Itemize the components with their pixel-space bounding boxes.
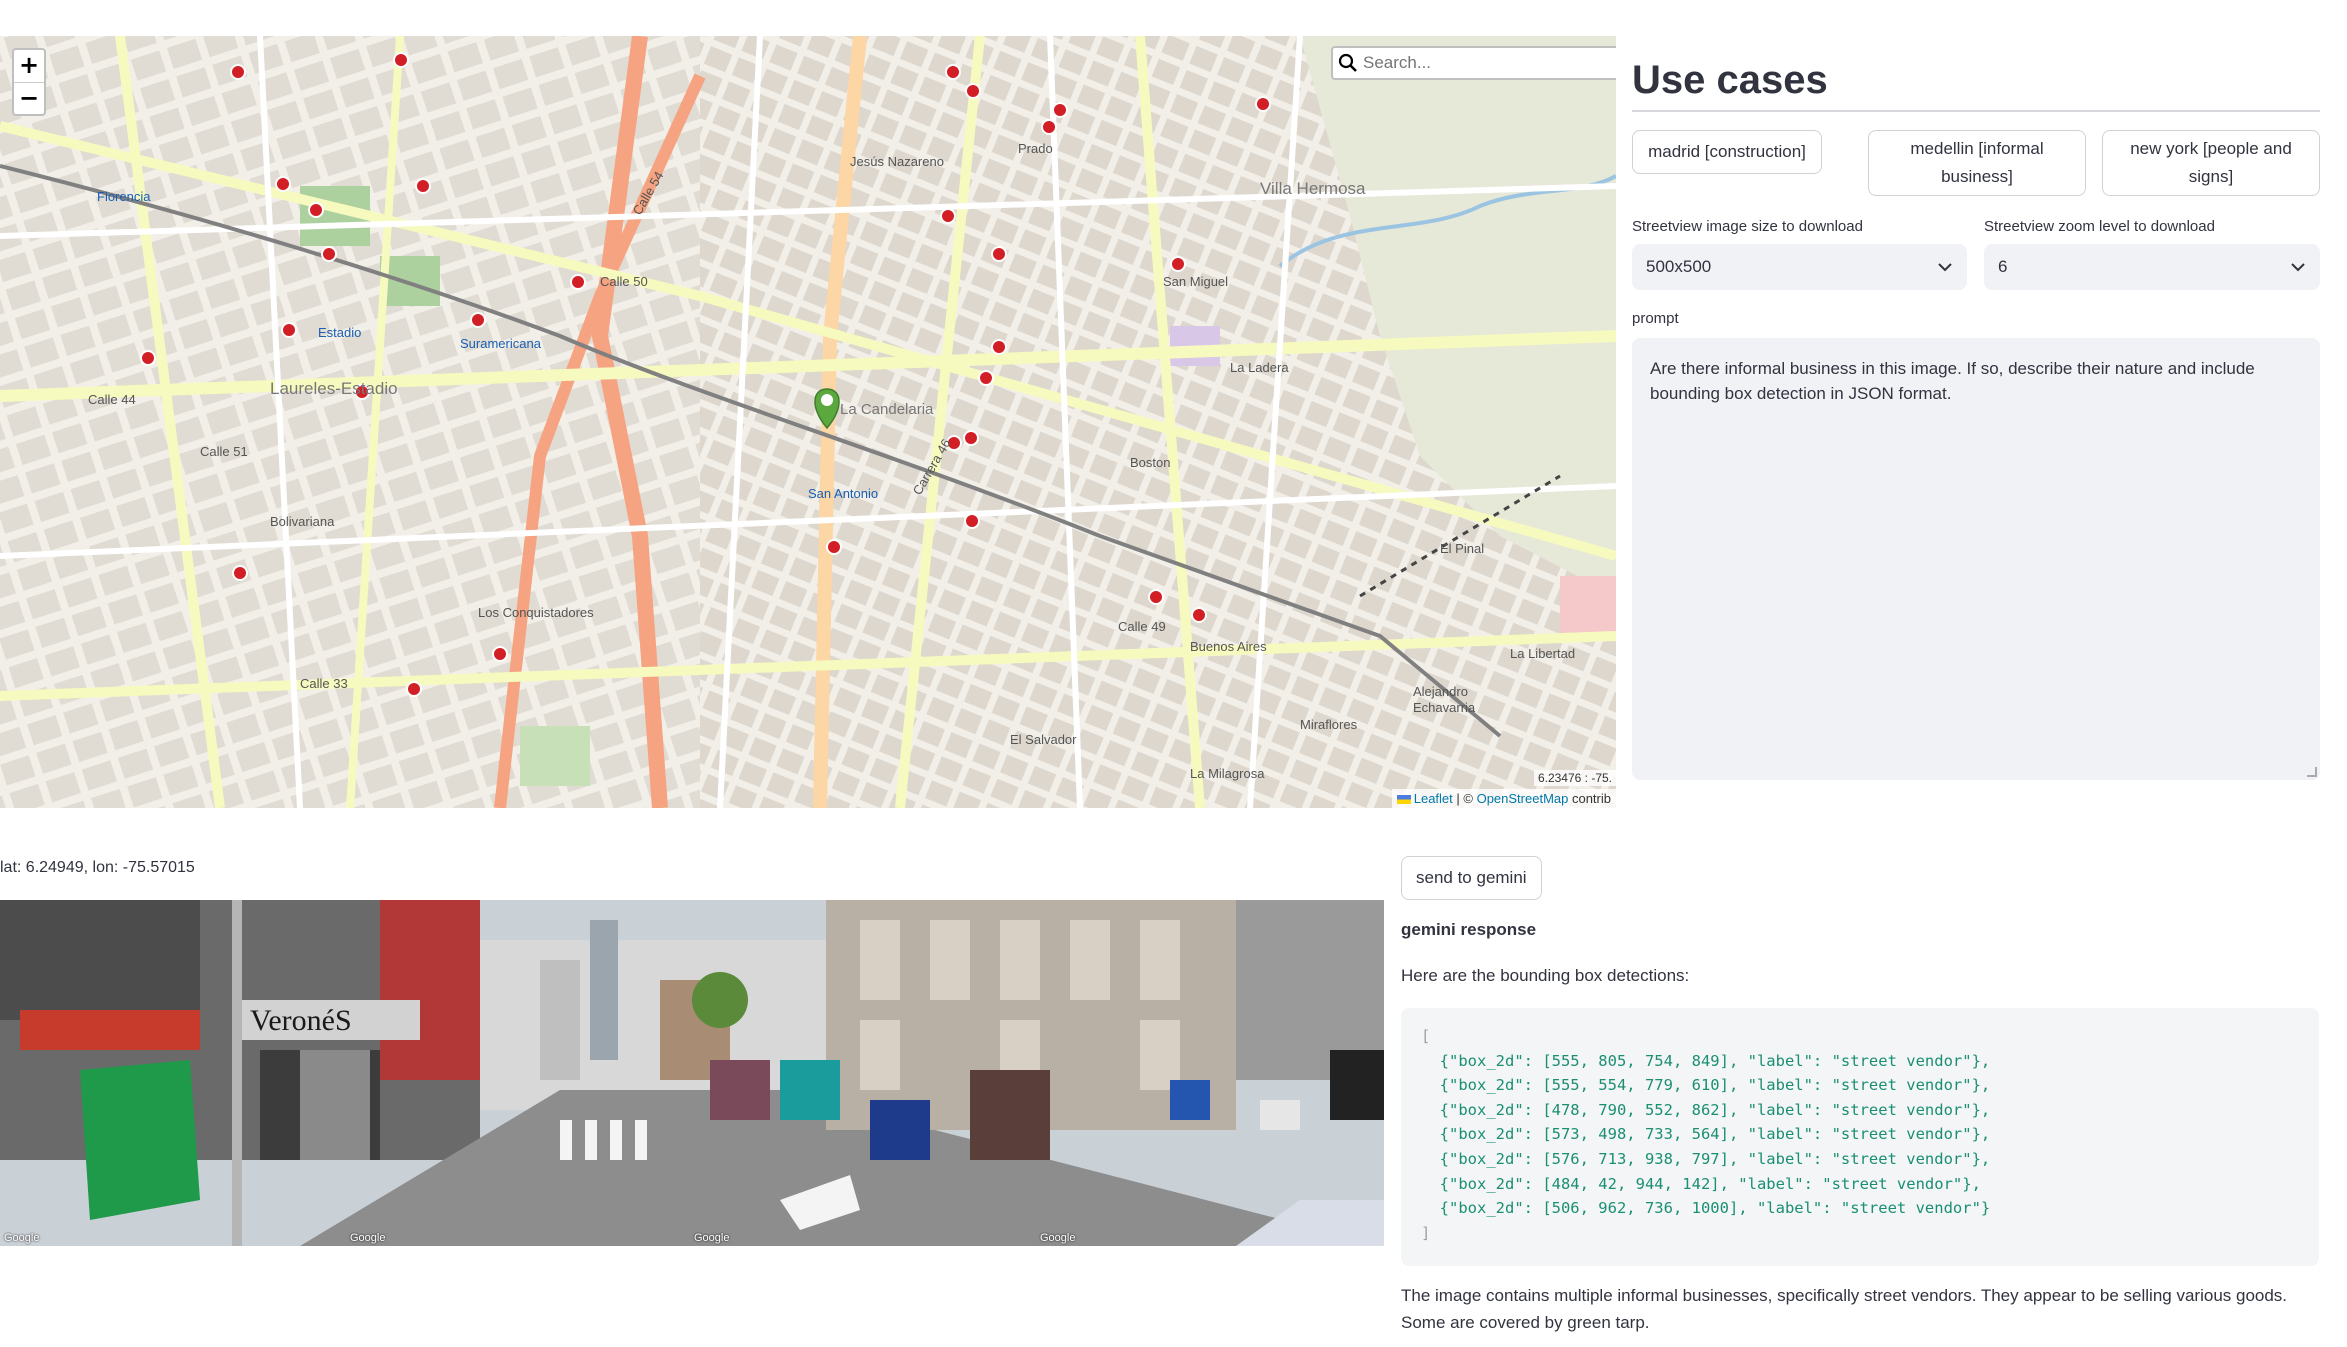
send-to-gemini-button[interactable]: send to gemini xyxy=(1401,856,1542,900)
prompt-textarea[interactable]: Are there informal business in this imag… xyxy=(1632,338,2320,780)
svg-text:Calle 51: Calle 51 xyxy=(200,444,248,459)
svg-text:El Pinal: El Pinal xyxy=(1440,541,1484,556)
svg-text:El Salvador: El Salvador xyxy=(1010,732,1077,747)
svg-text:Alejandro: Alejandro xyxy=(1413,684,1468,699)
google-watermark: Google xyxy=(1040,1232,1076,1244)
svg-text:Bolivariana: Bolivariana xyxy=(270,514,335,529)
leaflet-link[interactable]: Leaflet xyxy=(1414,791,1453,806)
svg-text:Suramericana: Suramericana xyxy=(460,336,542,351)
svg-text:San Antonio: San Antonio xyxy=(808,486,878,501)
json-code-block: [ {"box_2d": [555, 805, 754, 849], "labe… xyxy=(1401,1008,2319,1266)
chevron-down-icon xyxy=(1937,257,1953,277)
attribution-separator: | © xyxy=(1452,791,1477,806)
google-watermark: Google xyxy=(4,1232,40,1244)
zoom-control: + − xyxy=(12,48,46,116)
code-line: {"box_2d": [573, 498, 733, 564], "label"… xyxy=(1421,1125,1991,1144)
svg-text:La Candelaria: La Candelaria xyxy=(840,401,934,418)
medellin-informal-business-button[interactable]: medellin [informal business] xyxy=(1868,130,2086,196)
zoom-level-select[interactable]: 6 xyxy=(1984,244,2320,290)
image-size-value: 500x500 xyxy=(1646,257,1712,276)
streetview-panorama: VeronéS Google Google Google Google xyxy=(0,900,1384,1246)
prompt-text: Are there informal business in this imag… xyxy=(1650,359,2255,403)
svg-text:La Libertad: La Libertad xyxy=(1510,646,1575,661)
storefront-sign: VeronéS xyxy=(250,1004,352,1037)
google-watermark: Google xyxy=(350,1232,386,1244)
map-attribution: Leaflet | © OpenStreetMap contrib xyxy=(1391,789,1616,808)
code-line: [ xyxy=(1421,1027,1431,1045)
map-search-input[interactable] xyxy=(1363,53,1603,73)
code-line: {"box_2d": [506, 962, 736, 1000], "label… xyxy=(1421,1199,1991,1218)
svg-text:Calle 50: Calle 50 xyxy=(600,274,648,289)
madrid-construction-button[interactable]: madrid [construction] xyxy=(1632,130,1822,174)
title-divider xyxy=(1632,110,2320,112)
page-title: Use cases xyxy=(1632,58,1828,102)
prompt-label: prompt xyxy=(1632,310,1679,327)
code-line: {"box_2d": [555, 805, 754, 849], "label"… xyxy=(1421,1051,1991,1070)
attribution-contrib: contrib xyxy=(1568,791,1611,806)
zoom-level-label: Streetview zoom level to download xyxy=(1984,218,2215,235)
map-coordinates: 6.23476 : -75. xyxy=(1533,770,1616,786)
gemini-response-text: The image contains multiple informal bus… xyxy=(1401,1286,2288,1332)
svg-text:Calle 33: Calle 33 xyxy=(300,676,348,691)
code-line: {"box_2d": [555, 554, 779, 610], "label"… xyxy=(1421,1076,1991,1095)
ukraine-flag-icon xyxy=(1396,795,1411,805)
google-watermark: Google xyxy=(694,1232,730,1244)
svg-text:Calle 44: Calle 44 xyxy=(88,392,136,407)
svg-text:San Miguel: San Miguel xyxy=(1163,274,1228,289)
code-line: {"box_2d": [478, 790, 552, 862], "label"… xyxy=(1421,1100,1991,1119)
svg-text:Florencia: Florencia xyxy=(97,189,151,204)
svg-text:Boston: Boston xyxy=(1130,455,1170,470)
gemini-response-heading: gemini response xyxy=(1401,920,1537,939)
svg-text:Jesús Nazareno: Jesús Nazareno xyxy=(850,154,944,169)
svg-text:Echavarria: Echavarria xyxy=(1413,700,1476,715)
new-york-people-signs-button[interactable]: new york [people and signs] xyxy=(2102,130,2320,196)
svg-text:Prado: Prado xyxy=(1018,141,1053,156)
chevron-down-icon xyxy=(2290,257,2306,277)
svg-text:Villa Hermosa: Villa Hermosa xyxy=(1260,179,1366,198)
zoom-level-value: 6 xyxy=(1998,257,2008,276)
image-size-label: Streetview image size to download xyxy=(1632,218,1863,235)
map-panel[interactable]: Laureles-Estadio Villa Hermosa La Candel… xyxy=(0,36,1616,808)
zoom-out-button[interactable]: − xyxy=(14,82,44,114)
svg-text:Laureles-Estadio: Laureles-Estadio xyxy=(270,379,398,398)
svg-text:Estadio: Estadio xyxy=(318,325,361,340)
svg-text:La Milagrosa: La Milagrosa xyxy=(1190,766,1265,781)
resize-handle-icon[interactable] xyxy=(2307,767,2317,777)
zoom-in-button[interactable]: + xyxy=(14,50,44,82)
code-line: ] xyxy=(1421,1223,1431,1242)
svg-text:Los Conquistadores: Los Conquistadores xyxy=(478,605,594,620)
openstreetmap-link[interactable]: OpenStreetMap xyxy=(1477,791,1569,806)
search-icon[interactable] xyxy=(1333,48,1363,78)
code-line: {"box_2d": [576, 713, 938, 797], "label"… xyxy=(1421,1149,1991,1168)
image-size-select[interactable]: 500x500 xyxy=(1632,244,1967,290)
svg-text:La Ladera: La Ladera xyxy=(1230,360,1289,375)
gemini-response-intro: Here are the bounding box detections: xyxy=(1401,966,1690,985)
map-search-box xyxy=(1331,46,1616,80)
svg-text:Buenos Aires: Buenos Aires xyxy=(1190,639,1267,654)
svg-text:Miraflores: Miraflores xyxy=(1300,717,1358,732)
lat-lon-readout: lat: 6.24949, lon: -75.57015 xyxy=(0,859,195,876)
svg-text:Calle 49: Calle 49 xyxy=(1118,619,1166,634)
use-cases-panel: Use cases madrid [construction] medellin… xyxy=(1632,0,2320,780)
streetview-image: VeronéS xyxy=(0,900,1384,1246)
map-tiles[interactable]: Laureles-Estadio Villa Hermosa La Candel… xyxy=(0,36,1616,808)
code-line: {"box_2d": [484, 42, 944, 142], "label":… xyxy=(1421,1174,1981,1193)
